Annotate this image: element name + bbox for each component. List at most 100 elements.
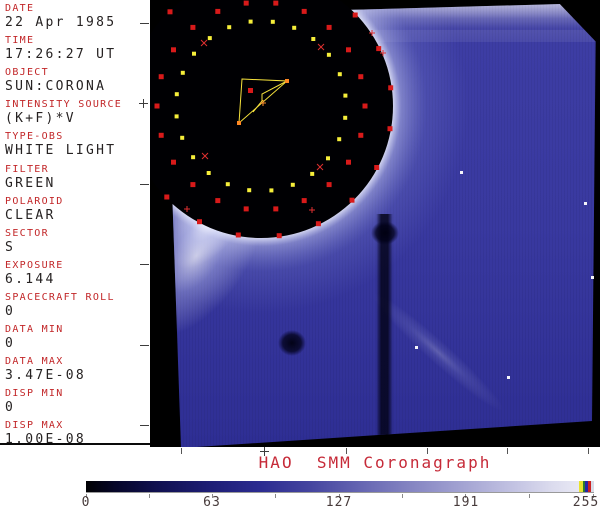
polygon-vertex-dot (285, 79, 289, 83)
calibration-dot (215, 198, 221, 204)
metadata-field-disp-min: DISP MIN 0 (5, 388, 150, 415)
metadata-field-time: TIME 17:26:27 UT (5, 35, 150, 62)
calibration-dot (248, 19, 253, 24)
calibration-dot (343, 115, 348, 120)
metadata-field-data-min: DATA MIN 0 (5, 324, 150, 351)
metadata-sidebar: DATE 22 Apr 1985 TIME 17:26:27 UT OBJECT SUN:… (0, 0, 152, 447)
calibration-dot (167, 9, 173, 15)
field-value: SUN:CORONA (5, 79, 107, 95)
calibration-dot (190, 182, 196, 188)
calibration-dot (235, 232, 241, 238)
calibration-dot (273, 0, 279, 6)
calibration-dot (190, 24, 196, 30)
field-value: 0 (5, 336, 16, 351)
field-value: (K+F)*V (5, 111, 76, 127)
star (460, 171, 463, 174)
field-label: DISP MAX (5, 420, 64, 432)
calibration-dot (154, 103, 160, 109)
field-label: POLAROID (5, 195, 64, 207)
viewport-baseline (0, 443, 152, 445)
calibration-dot (164, 194, 170, 200)
calibration-dot (158, 74, 164, 80)
metadata-field-date: DATE 22 Apr 1985 (5, 3, 150, 30)
field-value: 0 (5, 303, 16, 319)
calibration-dot (376, 46, 382, 52)
calibration-dot (243, 206, 249, 212)
calibration-dot (215, 8, 221, 14)
calibration-dot (326, 156, 330, 161)
graticule-plus (260, 447, 269, 456)
calibration-dot (180, 70, 185, 75)
metadata-field-type-obs: TYPE-OBS WHITE LIGHT (5, 131, 150, 158)
metadata-field-filter: FILTER GREEN (5, 164, 150, 191)
polygon-vertex-dot (237, 121, 241, 125)
metadata-field-object: OBJECT SUN:CORONA (5, 67, 150, 94)
field-label: TYPE-OBS (5, 131, 64, 143)
image-viewport[interactable] (150, 0, 600, 447)
calibration-dot (270, 19, 275, 24)
field-value: 22 Apr 1985 (5, 15, 117, 30)
colorbar-tick (529, 494, 530, 498)
calibration-dot (207, 36, 212, 41)
calibration-dot (349, 197, 355, 203)
field-label: INTENSITY SOURCE (5, 99, 123, 111)
metadata-field-exposure: EXPOSURE 6.144 (5, 260, 150, 287)
field-value: 3.47E-08 (5, 368, 87, 384)
calibration-dot (171, 47, 176, 53)
field-label: DATA MAX (5, 356, 64, 368)
dust-spot (278, 330, 306, 356)
field-label: OBJECT (5, 67, 49, 79)
graticule-dash (140, 264, 149, 265)
metadata-field-data-max: DATA MAX 3.47E-08 (5, 356, 150, 383)
colorbar-tick (275, 494, 276, 498)
calibration-dot (315, 221, 321, 227)
colorbar-tick (402, 494, 403, 498)
graticule-dash (140, 425, 149, 426)
colorbar (86, 481, 594, 493)
calibration-dot (197, 219, 202, 225)
field-value: 0 (5, 400, 16, 416)
metadata-field-intensity-source: INTENSITY SOURCE (K+F)*V (5, 99, 150, 126)
colorbar-label: 191 (452, 495, 480, 510)
field-label: DISP MIN (5, 388, 64, 400)
calibration-dot (276, 233, 282, 239)
field-label: FILTER (5, 163, 49, 175)
calibration-dot (346, 47, 351, 53)
calibration-dot (358, 132, 364, 138)
graticule-dash (140, 23, 149, 24)
pylon-shadow (376, 214, 393, 447)
metadata-field-polaroid: POLAROID CLEAR (5, 196, 150, 223)
calibration-dot (358, 74, 364, 80)
calibration-dot (158, 132, 164, 138)
field-value: CLEAR (5, 207, 56, 223)
graticule-dash (140, 345, 149, 346)
calibration-dot (191, 155, 196, 160)
calibration-dot (362, 103, 368, 109)
plot-title: HAO SMM Coronagraph (258, 453, 492, 472)
graticule-plus (139, 99, 148, 108)
graticule-tick (427, 448, 428, 454)
calibration-dot (326, 24, 332, 30)
calibration-dot (301, 198, 307, 204)
calibration-dot (243, 0, 249, 6)
calibration-dot (352, 12, 358, 18)
colorbar-label: 127 (325, 495, 353, 510)
field-value: WHITE LIGHT (5, 143, 117, 159)
calibration-dot (192, 51, 196, 56)
coronagraph-image (150, 0, 600, 447)
calibration-dot (247, 188, 252, 193)
calibration-dot (337, 137, 342, 142)
star (415, 346, 418, 349)
graticule-tick (346, 448, 347, 454)
field-label: DATE (5, 3, 35, 14)
star (591, 276, 594, 279)
calibration-dot (301, 8, 307, 14)
calibration-dot (273, 206, 279, 212)
field-value: 6.144 (5, 271, 56, 287)
calibration-dot (326, 182, 332, 188)
star (584, 202, 587, 205)
calibration-dot (174, 92, 179, 97)
calibration-dot (174, 114, 179, 119)
calibration-dot (227, 25, 232, 30)
colorbar-label: 0 (81, 495, 91, 510)
